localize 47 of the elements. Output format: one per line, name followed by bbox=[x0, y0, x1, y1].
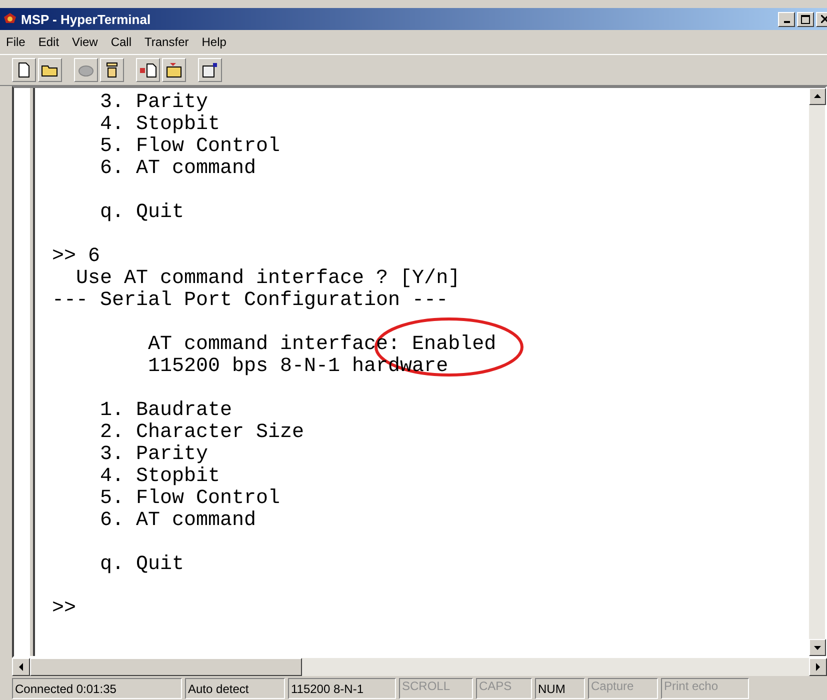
terminal-line: --- Serial Port Configuration --- bbox=[52, 290, 448, 312]
menu-item[interactable]: Call bbox=[110, 35, 132, 49]
status-indicator: Print echo bbox=[661, 678, 749, 698]
terminal-line: 1. Baudrate bbox=[99, 400, 232, 422]
status-indicator: NUM bbox=[535, 678, 585, 698]
menu-item[interactable]: Transfer bbox=[144, 35, 189, 49]
terminal-line: Use AT command interface ? [Y/n] bbox=[75, 268, 460, 290]
send-file-icon[interactable] bbox=[136, 58, 160, 82]
minimize-button[interactable] bbox=[778, 12, 795, 26]
maximize-button[interactable] bbox=[797, 12, 814, 26]
terminal-line: 3. Parity bbox=[99, 92, 208, 114]
status-indicator: Auto detect bbox=[185, 678, 285, 698]
status-indicator: Connected 0:01:35 bbox=[12, 678, 182, 698]
status-indicator: SCROLL bbox=[399, 678, 473, 698]
terminal-line: 6. AT command bbox=[99, 158, 256, 180]
status-indicator: Capture bbox=[588, 678, 658, 698]
terminal-line: 3. Parity bbox=[99, 444, 208, 466]
close-icon bbox=[820, 15, 827, 23]
vertical-scrollbar[interactable] bbox=[809, 88, 825, 656]
terminal-line: >> bbox=[52, 598, 76, 620]
terminal-line: 4. Stopbit bbox=[99, 114, 220, 136]
menu-item[interactable]: Help bbox=[202, 35, 226, 49]
terminal-line: 4. Stopbit bbox=[99, 466, 220, 488]
menu-item[interactable]: Edit bbox=[38, 35, 60, 49]
receive-file-icon[interactable] bbox=[162, 58, 186, 82]
scroll-up-icon[interactable] bbox=[809, 88, 826, 105]
menu-item[interactable]: View bbox=[72, 35, 98, 49]
maximize-icon bbox=[801, 14, 810, 24]
properties-icon[interactable] bbox=[198, 58, 222, 82]
scroll-thumb[interactable] bbox=[30, 658, 302, 676]
terminal-line: 5. Flow Control bbox=[99, 488, 280, 510]
folder-icon[interactable] bbox=[38, 58, 62, 82]
status-indicator: 115200 8-N-1 bbox=[288, 678, 396, 698]
terminal-line: q. Quit bbox=[99, 202, 184, 224]
terminal-line: 5. Flow Control bbox=[99, 136, 280, 158]
terminal-line: 2. Character Size bbox=[99, 422, 304, 444]
terminal-line: >> 6 bbox=[52, 246, 100, 268]
status-indicator: CAPS bbox=[476, 678, 532, 698]
window-title: MSP - HyperTerminal bbox=[21, 12, 152, 26]
menu-item[interactable]: File bbox=[6, 35, 26, 49]
scroll-down-icon[interactable] bbox=[809, 639, 826, 656]
horizontal-scrollbar[interactable] bbox=[12, 658, 827, 676]
scroll-left-icon[interactable] bbox=[12, 658, 30, 676]
terminal-line: q. Quit bbox=[99, 554, 184, 576]
new-file-icon[interactable] bbox=[12, 58, 36, 82]
scroll-right-icon[interactable] bbox=[809, 658, 827, 676]
terminal-line: 6. AT command bbox=[99, 510, 256, 532]
